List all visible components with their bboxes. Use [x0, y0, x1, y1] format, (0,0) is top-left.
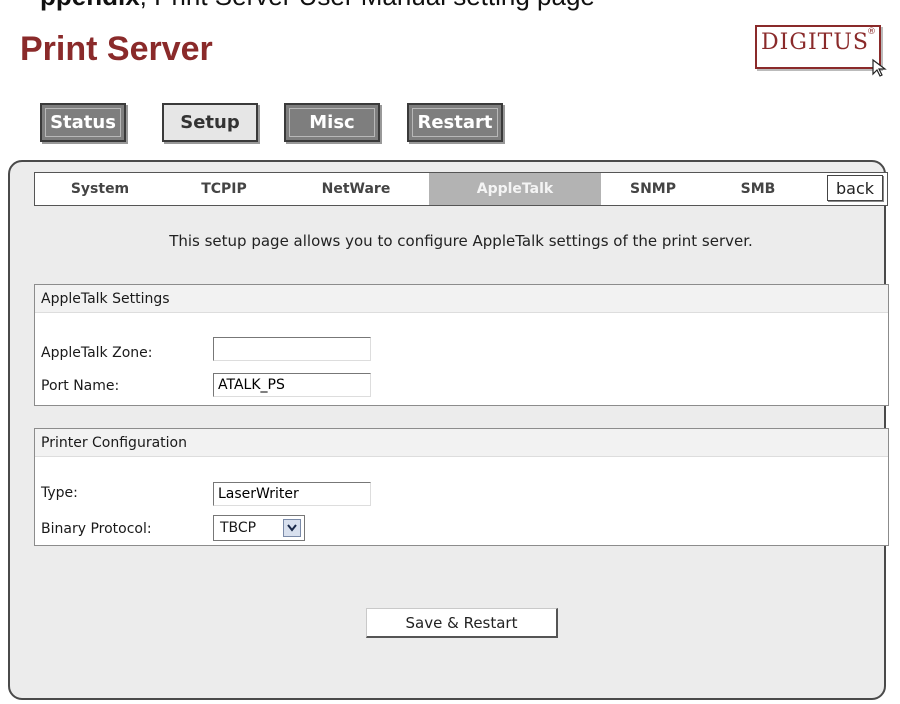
nav-status-label: Status	[50, 112, 116, 133]
port-name-label: Port Name:	[41, 378, 120, 394]
binary-protocol-select[interactable]: TBCP	[213, 515, 305, 541]
chevron-down-icon[interactable]	[283, 519, 301, 537]
printer-type-input[interactable]	[213, 482, 371, 506]
nav-misc-label: Misc	[309, 112, 355, 133]
printer-configuration-section: Printer Configuration Type: Binary Proto…	[34, 428, 889, 546]
back-button[interactable]: back	[827, 175, 883, 201]
nav-restart-label: Restart	[417, 112, 493, 133]
heading-bold-fragment: ppendix	[40, 0, 140, 11]
tab-smb[interactable]: SMB	[705, 173, 811, 205]
save-restart-button[interactable]: Save & Restart	[366, 608, 558, 638]
logo-registered-mark: ®	[867, 27, 876, 37]
section-title: Printer Configuration	[35, 429, 888, 457]
appletalk-zone-label: AppleTalk Zone:	[41, 345, 153, 361]
appletalk-settings-section: AppleTalk Settings AppleTalk Zone: Port …	[34, 284, 889, 406]
tab-tcpip[interactable]: TCPIP	[165, 173, 283, 205]
tab-netware[interactable]: NetWare	[283, 173, 429, 205]
binary-protocol-label: Binary Protocol:	[41, 521, 152, 537]
app-title: Print Server	[20, 30, 213, 68]
page-description: This setup page allows you to configure …	[169, 232, 753, 250]
cursor-icon	[872, 58, 887, 77]
logo-wordmark: DIGITUS	[761, 30, 869, 55]
heading-rest-fragment: , Print Server User Manual setting page	[140, 0, 595, 11]
tab-appletalk[interactable]: AppleTalk	[429, 173, 601, 205]
setup-subnav: System TCPIP NetWare AppleTalk SNMP SMB …	[34, 172, 888, 206]
nav-status-button[interactable]: Status	[40, 103, 126, 142]
document-heading-fragment: ppendix, Print Server User Manual settin…	[40, 0, 595, 12]
section-title: AppleTalk Settings	[35, 285, 888, 313]
binary-protocol-value: TBCP	[220, 520, 257, 536]
tab-snmp[interactable]: SNMP	[601, 173, 705, 205]
appletalk-zone-input[interactable]	[213, 337, 371, 361]
nav-misc-button[interactable]: Misc	[284, 103, 380, 142]
tab-system[interactable]: System	[35, 173, 165, 205]
port-name-input[interactable]	[213, 373, 371, 397]
nav-setup-button[interactable]: Setup	[162, 103, 258, 142]
type-label: Type:	[41, 485, 78, 501]
nav-setup-label: Setup	[180, 112, 240, 133]
nav-restart-button[interactable]: Restart	[407, 103, 503, 142]
digitus-logo: DIGITUS ®	[755, 20, 895, 92]
